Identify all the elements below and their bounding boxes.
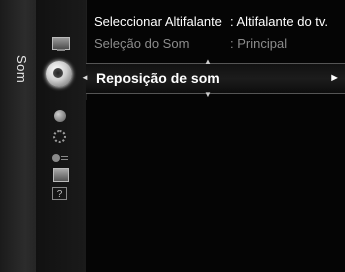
menu-item-speaker-select[interactable]: Seleccionar Altifalante	[94, 14, 222, 29]
support-icon[interactable]: ?	[52, 187, 67, 200]
setup-icon[interactable]	[53, 130, 66, 143]
down-arrow-icon: ▼	[204, 90, 212, 99]
menu-item-sound-reset[interactable]: ◄ ▲ Reposição de som ► ▼	[81, 57, 345, 99]
menu-item-sound-select-value: : Principal	[230, 36, 288, 51]
category-label: Som	[14, 55, 29, 84]
menu-item-sound-select[interactable]: Seleção do Som	[94, 36, 189, 51]
tv-menu-screen: Som ? Seleccionar Altifalante : Altifala…	[0, 0, 345, 272]
enter-arrow-icon[interactable]: ►	[329, 72, 340, 84]
input-icon[interactable]	[52, 152, 68, 162]
sound-icon[interactable]	[46, 61, 72, 87]
icon-column: ?	[36, 0, 87, 272]
application-icon[interactable]	[53, 168, 69, 182]
up-arrow-icon: ▲	[204, 57, 212, 66]
menu-item-speaker-select-value: : Altifalante do tv.	[230, 14, 329, 29]
tv-stand-icon	[57, 49, 65, 51]
channel-icon[interactable]	[54, 110, 66, 122]
sound-reset-label: Reposição de som	[96, 70, 220, 86]
menu-background	[86, 100, 345, 272]
category-strip: Som	[0, 0, 36, 272]
left-arrow-icon: ◄	[81, 73, 89, 82]
